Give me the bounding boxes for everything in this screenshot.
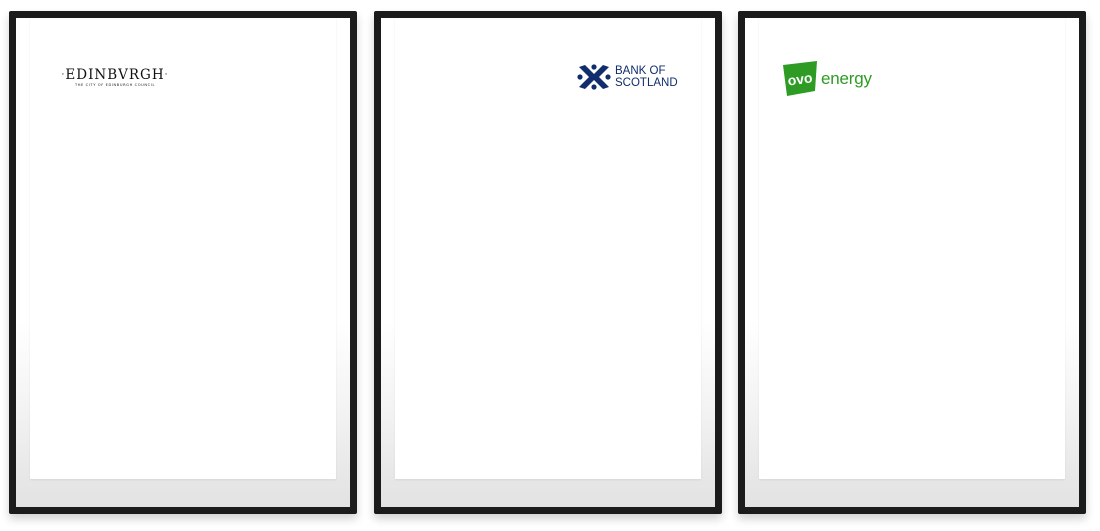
edinburgh-wordmark: ·EDINBVRGH· bbox=[55, 68, 175, 82]
ovo-energy-word: energy bbox=[821, 69, 872, 88]
saltire-cross-icon bbox=[577, 64, 611, 90]
frame-mat: BANK OF SCOTLAND bbox=[381, 18, 715, 507]
poster-paper: ·EDINBVRGH· THE CITY OF EDINBURGH COUNCI… bbox=[30, 18, 336, 479]
frame-mat: ·EDINBVRGH· THE CITY OF EDINBURGH COUNCI… bbox=[16, 18, 350, 507]
ovo-badge-icon: ovo bbox=[783, 61, 817, 96]
ovo-energy-logo: ovo energy bbox=[781, 61, 872, 97]
edinburgh-subtitle: THE CITY OF EDINBURGH COUNCIL bbox=[74, 83, 156, 87]
poster-paper: BANK OF SCOTLAND bbox=[395, 18, 701, 479]
poster-paper: ovo energy bbox=[759, 18, 1065, 479]
wordmark-dot-right: · bbox=[164, 70, 169, 80]
bank-of-scotland-logo: BANK OF SCOTLAND bbox=[577, 62, 678, 92]
bank-of-scotland-wordmark: BANK OF SCOTLAND bbox=[615, 65, 678, 89]
frame-mat: ovo energy bbox=[745, 18, 1079, 507]
bank-name-line-2: SCOTLAND bbox=[615, 77, 678, 89]
poster-frame-ovo-energy: ovo energy bbox=[738, 11, 1086, 514]
poster-frame-edinburgh: ·EDINBVRGH· THE CITY OF EDINBURGH COUNCI… bbox=[9, 11, 357, 514]
poster-frame-bank-of-scotland: BANK OF SCOTLAND bbox=[374, 11, 722, 514]
edinburgh-logo: ·EDINBVRGH· THE CITY OF EDINBURGH COUNCI… bbox=[55, 68, 175, 87]
bank-name-line-1: BANK OF bbox=[615, 65, 666, 77]
wordmark-text: EDINBVRGH bbox=[65, 67, 165, 83]
